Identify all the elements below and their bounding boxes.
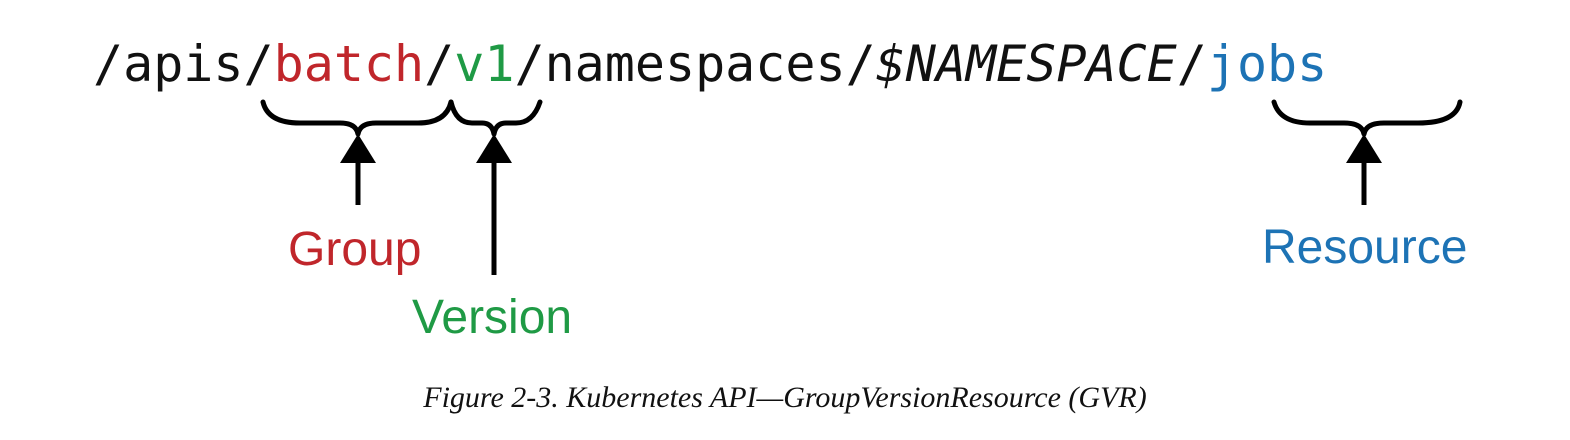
- version-label: Version: [412, 291, 573, 344]
- resource-label: Resource: [1262, 221, 1468, 274]
- gvr-figure: /apis/batch/v1/namespaces/$NAMESPACE/job…: [0, 0, 1570, 440]
- group-label: Group: [288, 223, 422, 276]
- group-arrow-head: [340, 134, 376, 163]
- resource-arrow-head: [1346, 134, 1382, 163]
- figure-caption: Figure 2-3. Kubernetes API—GroupVersionR…: [423, 381, 1147, 414]
- resource-brace: [1271, 99, 1463, 137]
- group-brace: [260, 99, 454, 137]
- version-arrow-head: [476, 134, 512, 163]
- version-brace: [448, 99, 543, 137]
